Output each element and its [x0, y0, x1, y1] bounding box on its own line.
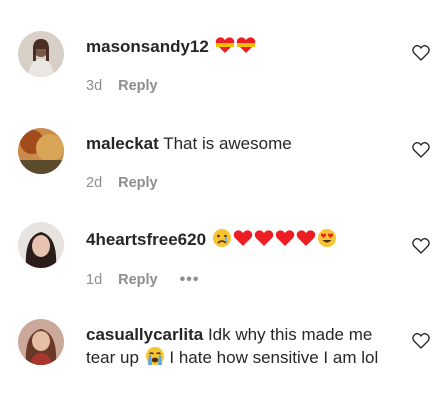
comment-username[interactable]: 4heartsfree620	[86, 230, 206, 249]
comment-username[interactable]: masonsandy12	[86, 37, 209, 56]
comment-meta: 3d Reply	[86, 78, 180, 94]
avatar[interactable]	[18, 319, 64, 365]
more-options-button[interactable]: •••	[180, 271, 200, 289]
like-heart-icon[interactable]	[412, 44, 430, 61]
reply-button[interactable]: Reply	[118, 272, 158, 288]
comment-username[interactable]: casuallycarlita	[86, 325, 203, 344]
comment-time: 3d	[86, 78, 103, 94]
comment-meta: 1d Reply •••	[86, 271, 199, 289]
comment-body: 4heartsfree620	[86, 228, 386, 251]
avatar[interactable]	[18, 128, 64, 174]
like-heart-icon[interactable]	[412, 237, 430, 254]
reply-button[interactable]: Reply	[118, 175, 158, 191]
comment-username[interactable]: maleckat	[86, 134, 159, 153]
like-heart-icon[interactable]	[412, 141, 430, 158]
red-heart-emoji	[233, 228, 253, 248]
heart-eyes-emoji	[317, 228, 337, 248]
red-heart-emoji	[254, 228, 274, 248]
comment-body: masonsandy12	[86, 35, 386, 58]
avatar[interactable]	[18, 222, 64, 268]
reply-button[interactable]: Reply	[118, 78, 158, 94]
comment-text: I hate how sensitive I am lol	[169, 348, 379, 367]
sad-face-emoji	[212, 228, 232, 248]
heart-ribbon-emoji	[236, 35, 256, 55]
red-heart-emoji	[296, 228, 316, 248]
comment-time: 2d	[86, 175, 103, 191]
heart-ribbon-emoji	[215, 35, 235, 55]
comment-body: casuallycarlita Idk why this made me tea…	[86, 323, 386, 369]
comment-text: That is awesome	[163, 134, 292, 153]
crying-face-emoji	[145, 346, 165, 366]
comment-body: maleckat That is awesome	[86, 132, 386, 155]
avatar[interactable]	[18, 31, 64, 77]
comment-meta: 2d Reply	[86, 175, 180, 191]
like-heart-icon[interactable]	[412, 332, 430, 349]
comment-time: 1d	[86, 272, 103, 288]
red-heart-emoji	[275, 228, 295, 248]
